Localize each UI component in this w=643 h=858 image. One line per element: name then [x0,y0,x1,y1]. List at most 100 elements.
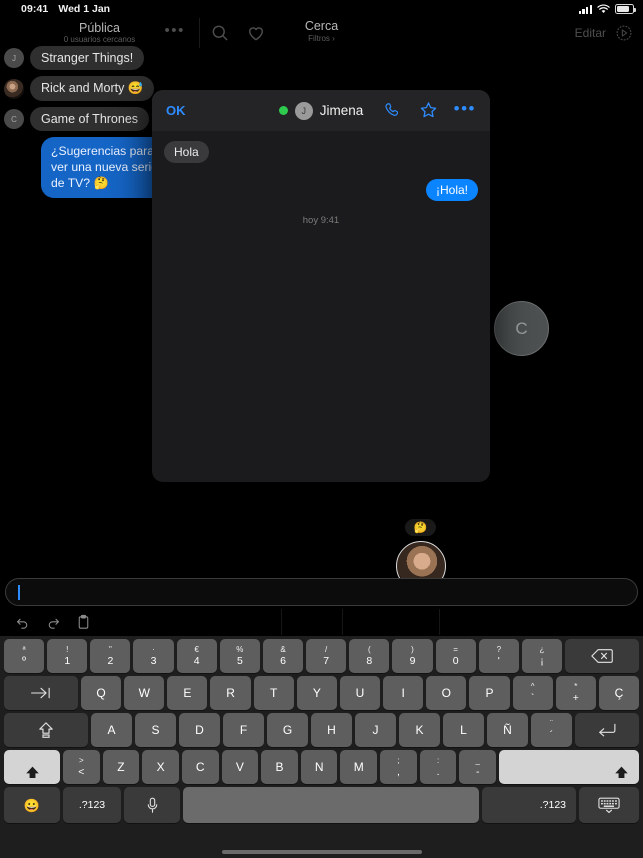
key-0[interactable]: = 0 [435,639,476,673]
paste-icon[interactable] [76,614,91,631]
page-title: Pública [79,20,120,35]
compose-area [0,578,643,606]
key-6[interactable]: & 6 [262,639,304,673]
avatar: C [4,109,24,129]
key-2[interactable]: " 2 [90,639,131,673]
key-l[interactable]: L [443,713,484,747]
key-x[interactable]: X [142,750,179,784]
key-o[interactable]: O [426,676,467,710]
key-period[interactable]: :. [419,750,457,784]
key-u[interactable]: U [339,676,381,710]
microphone-key[interactable] [124,787,180,823]
floating-avatar-c[interactable]: C [494,301,549,356]
backspace-key[interactable] [565,639,640,673]
status-date: Wed 1 Jan [58,3,111,15]
key-w[interactable]: W [124,676,165,710]
key-1[interactable]: ! 1 [47,639,88,673]
key-enye[interactable]: Ñ [487,713,528,747]
status-bar: 09:41 Wed 1 Jan [0,0,643,18]
keyboard-row-qwerty: Q W E R T Y U I O P ^ ` * + Ç [2,676,641,710]
tab-icon [31,687,50,699]
star-icon[interactable] [418,100,439,121]
key-comma[interactable]: ;, [380,750,417,784]
contact-avatar: J [294,101,313,120]
edit-button[interactable]: Editar [575,26,606,40]
emoji-icon: 😀 [23,797,41,813]
key-m[interactable]: M [340,750,378,784]
space-key[interactable] [183,787,479,823]
key-d[interactable]: D [179,713,220,747]
key-j[interactable]: J [355,713,396,747]
key-h[interactable]: H [311,713,352,747]
emoji-key[interactable]: 😀 [4,787,60,823]
tab-key[interactable] [4,676,78,710]
key-diaeresis[interactable]: ¨ ´ [531,713,572,747]
emoji-reaction-badge: 🤔 [405,519,436,536]
key-b[interactable]: B [261,750,298,784]
hide-keyboard-key[interactable] [579,787,639,823]
key-hyphen[interactable]: _ - [459,750,497,784]
public-room-header[interactable]: Pública 0 usuarios cercanos ••• [0,18,200,48]
key-angle-brackets[interactable]: > < [63,750,100,784]
key-y[interactable]: Y [296,676,337,710]
key-z[interactable]: Z [102,750,140,784]
numeric-keyboard-key-right[interactable]: .?123 [482,787,576,823]
key-v[interactable]: V [221,750,259,784]
phone-icon[interactable] [384,101,403,120]
key-5[interactable]: % 5 [219,639,260,673]
capslock-icon [39,722,53,738]
shift-right-key[interactable] [499,750,640,784]
key-7[interactable]: /7 [306,639,347,673]
search-icon[interactable] [210,23,230,43]
numeric-keyboard-key-left[interactable]: .?123 [63,787,121,823]
key-plus[interactable]: * + [555,676,596,710]
home-indicator [221,850,422,854]
cellular-bars-icon [578,4,592,14]
enter-icon [599,723,616,737]
key-s[interactable]: S [135,713,176,747]
key-3[interactable]: · 3 [133,639,174,673]
edit-toolbar [0,608,643,636]
key-4[interactable]: €4 [176,639,217,673]
key-n[interactable]: N [300,750,338,784]
redo-icon[interactable] [45,614,62,631]
modal-message-incoming: Hola [164,141,209,163]
key-e[interactable]: E [167,676,208,710]
key-g[interactable]: G [267,713,308,747]
key-i[interactable]: I [383,676,424,710]
key-ordinal[interactable]: ªº [4,639,45,673]
key-inverted-exclamation[interactable]: ¿ ¡ [521,639,563,673]
key-circumflex[interactable]: ^ ` [512,676,553,710]
heart-icon[interactable] [246,23,266,43]
message-input[interactable] [5,578,638,606]
shift-left-key[interactable] [4,750,60,784]
key-r[interactable]: R [210,676,251,710]
key-q[interactable]: Q [81,676,122,710]
message-bubble-incoming: Rick and Morty 😅 [30,76,155,101]
backspace-icon [591,649,613,663]
more-dots-icon[interactable]: ••• [454,100,476,117]
avatar: J [4,48,24,68]
key-t[interactable]: T [253,676,294,710]
online-status-dot [278,106,288,115]
share-circle-icon[interactable] [615,24,633,42]
capslock-key[interactable] [4,713,88,747]
enter-key[interactable] [575,713,639,747]
undo-icon[interactable] [14,614,31,631]
key-9[interactable]: ) 9 [392,639,433,673]
key-cedilla[interactable]: Ç [598,676,640,710]
conversation-modal: OK J Jimena ••• Hola ¡Hola! hoy 9:41 [152,90,490,482]
key-p[interactable]: P [469,676,510,710]
hide-keyboard-icon [598,797,620,813]
key-c[interactable]: C [181,750,219,784]
message-bubble-incoming: Stranger Things! [30,46,145,70]
key-f[interactable]: F [223,713,264,747]
list-item[interactable]: J Stranger Things! [0,46,200,70]
key-k[interactable]: K [399,713,440,747]
message-timestamp: hoy 9:41 [302,215,340,226]
key-8[interactable]: (8 [349,639,390,673]
key-a[interactable]: A [91,713,132,747]
key-apostrophe[interactable]: ? ' [478,639,519,673]
ok-button[interactable]: OK [166,103,186,118]
keyboard-row-numbers: ªº ! 1 " 2 · 3 €4 % 5 & 6 /7 (8) 9 = 0… [2,639,641,673]
